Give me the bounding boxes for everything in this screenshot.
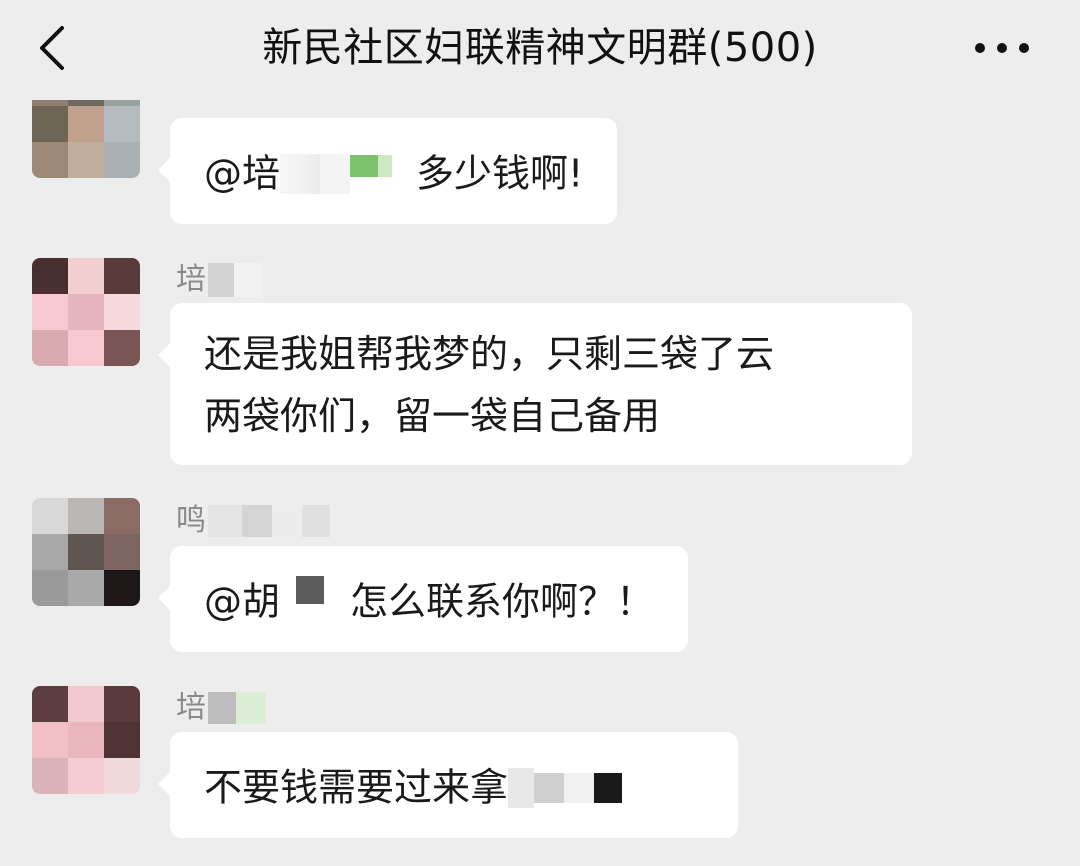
more-button[interactable] <box>970 26 1034 70</box>
redacted-mosaic <box>208 263 234 297</box>
redacted-mosaic <box>208 692 236 724</box>
sender-name: 培 <box>176 262 262 298</box>
avatar[interactable] <box>32 686 140 794</box>
redacted-mosaic <box>508 767 535 808</box>
redacted-mosaic <box>296 575 325 604</box>
redacted-mosaic <box>272 505 302 537</box>
sender-name: 鸣 <box>176 503 330 539</box>
redacted-mosaic <box>594 772 623 803</box>
message-bubble[interactable]: 不要钱需要过来拿 <box>158 732 738 838</box>
message-text: @胡 <box>204 579 281 624</box>
redacted-mosaic <box>378 154 393 177</box>
message-text: 怎么联系你啊？！ <box>350 579 655 624</box>
message-text: 多少钱啊! <box>416 151 584 196</box>
redacted-mosaic <box>242 505 272 537</box>
redacted-mosaic <box>564 772 595 803</box>
redacted-mosaic <box>236 692 266 724</box>
chat-screen: 新民社区妇联精神文明群(500) @培 多少钱啊! 培 还是我姐帮我梦的，只剩三… <box>0 0 1080 866</box>
message-bubble[interactable]: 还是我姐帮我梦的，只剩三袋了云 两袋你们，留一袋自己备用 <box>158 303 912 465</box>
redacted-mosaic <box>280 153 321 194</box>
avatar[interactable] <box>32 258 140 366</box>
redacted-mosaic <box>320 153 351 194</box>
chat-title: 新民社区妇联精神文明群(500) <box>262 25 818 71</box>
avatar[interactable] <box>32 498 140 606</box>
redacted-mosaic <box>350 154 379 177</box>
message-bubble[interactable]: @胡 怎么联系你啊？！ <box>157 546 689 652</box>
redacted-mosaic <box>234 263 262 297</box>
message-text: 两袋你们，留一袋自己备用 <box>204 394 661 438</box>
message-text: @培 <box>204 151 281 196</box>
redacted-mosaic <box>302 505 330 537</box>
sender-name: 培 <box>176 690 266 726</box>
chat-header: 新民社区妇联精神文明群(500) <box>0 0 1080 100</box>
message-text: 不要钱需要过来拿 <box>204 765 509 810</box>
more-dots-icon <box>975 43 1029 53</box>
redacted-mosaic <box>534 772 565 803</box>
redacted-mosaic <box>208 505 242 537</box>
message-bubble[interactable]: @培 多少钱啊! <box>157 118 618 224</box>
message-text: 还是我姐帮我梦的，只剩三袋了云 <box>204 332 775 376</box>
